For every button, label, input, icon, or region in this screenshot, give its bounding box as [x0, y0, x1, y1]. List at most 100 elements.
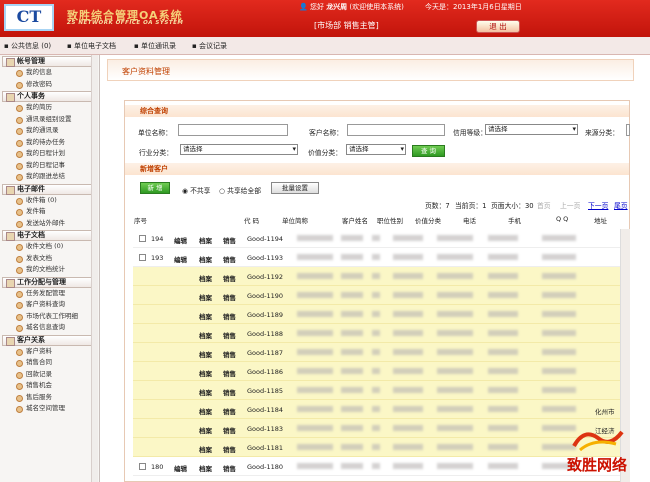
blurred-cell: [542, 273, 576, 279]
table-row[interactable]: 档案 销售 Good-1186: [133, 362, 625, 381]
th-position: 职位性别: [377, 217, 403, 225]
sidebar-item[interactable]: 发表文档: [0, 253, 99, 265]
value-select[interactable]: 请选择: [346, 144, 406, 155]
file-link[interactable]: 档案: [199, 463, 212, 473]
sales-link[interactable]: 销售: [223, 349, 236, 359]
sales-link[interactable]: 销售: [223, 254, 236, 264]
file-link[interactable]: 档案: [199, 425, 212, 435]
file-link[interactable]: 档案: [199, 254, 212, 264]
pager-last[interactable]: 尾页: [614, 200, 628, 210]
batch-setting-button[interactable]: 批量设置: [271, 182, 319, 194]
row-checkbox[interactable]: [139, 254, 146, 261]
sidebar-group-title[interactable]: 电子文档: [2, 230, 95, 241]
sidebar-item[interactable]: 销售合同: [0, 357, 99, 369]
sidebar-item[interactable]: 我的跟进总结: [0, 171, 99, 183]
pager-next[interactable]: 下一页: [588, 200, 608, 210]
logout-button[interactable]: 退 出: [476, 20, 520, 33]
sidebar-item[interactable]: 收件箱 (0): [0, 195, 99, 207]
table-row[interactable]: 194 编辑 档案 销售 Good-1194: [133, 229, 625, 248]
table-row[interactable]: 档案 销售 Good-1189: [133, 305, 625, 324]
edit-link[interactable]: 编辑: [174, 463, 187, 473]
sidebar-item[interactable]: 我的待办任务: [0, 137, 99, 149]
sidebar-item[interactable]: 我的简历: [0, 102, 99, 114]
sales-link[interactable]: 销售: [223, 273, 236, 283]
credit-level-select[interactable]: 请选择: [485, 124, 578, 135]
sales-link[interactable]: 销售: [223, 311, 236, 321]
row-checkbox[interactable]: [139, 235, 146, 242]
sales-link[interactable]: 销售: [223, 330, 236, 340]
edit-link[interactable]: 编辑: [174, 254, 187, 264]
sidebar-group-title[interactable]: 工作分配与管理: [2, 276, 95, 288]
sidebar-group-title[interactable]: 客户关系: [2, 334, 95, 346]
sidebar-item[interactable]: 销售机会: [0, 380, 99, 392]
sidebar-scrollbar[interactable]: [91, 55, 98, 482]
sidebar-item[interactable]: 发送站外邮件: [0, 218, 99, 230]
sidebar-item[interactable]: 修改密码: [0, 79, 99, 91]
table-row[interactable]: 档案 销售 Good-1188: [133, 324, 625, 343]
sales-link[interactable]: 销售: [223, 463, 236, 473]
edit-link[interactable]: 编辑: [174, 235, 187, 245]
sidebar-group-title[interactable]: 帐号管理: [2, 56, 95, 67]
table-row[interactable]: 档案 销售 Good-1184 化州市: [133, 400, 625, 419]
table-row[interactable]: 档案 销售 Good-1187: [133, 343, 625, 362]
sidebar-item[interactable]: 通讯录组别设置: [0, 114, 99, 126]
sidebar-item[interactable]: 回款记录: [0, 369, 99, 381]
table-row[interactable]: 180 编辑 档案 销售 Good-1180: [133, 457, 625, 476]
row-checkbox[interactable]: [139, 463, 146, 470]
sidebar-item[interactable]: 城名空间管理: [0, 403, 99, 415]
nav-public-info[interactable]: ▪ 公共信息 (0): [4, 41, 51, 51]
sales-link[interactable]: 销售: [223, 425, 236, 435]
file-link[interactable]: 档案: [199, 406, 212, 416]
source-select[interactable]: [626, 124, 630, 136]
nav-unit-contacts[interactable]: ▪ 单位通讯录: [134, 41, 176, 51]
file-link[interactable]: 档案: [199, 330, 212, 340]
sidebar-group-title[interactable]: 个人事务: [2, 91, 95, 102]
sidebar-item[interactable]: 售后服务: [0, 392, 99, 404]
sidebar-item[interactable]: 任务发配管理: [0, 288, 99, 300]
sales-link[interactable]: 销售: [223, 444, 236, 454]
sidebar-item[interactable]: 客户资料: [0, 346, 99, 358]
file-link[interactable]: 档案: [199, 387, 212, 397]
nav-meeting-records[interactable]: ▪ 会议记录: [192, 41, 227, 51]
new-button[interactable]: 新 增: [140, 182, 170, 194]
sidebar-item[interactable]: 市场代表工作明细: [0, 311, 99, 323]
sales-link[interactable]: 销售: [223, 292, 236, 302]
sidebar-item[interactable]: 我的日程记事: [0, 160, 99, 172]
sidebar-item[interactable]: 收件文档 (0): [0, 241, 99, 253]
sidebar-group-title[interactable]: 电子邮件: [2, 183, 95, 195]
file-link[interactable]: 档案: [199, 311, 212, 321]
sales-link[interactable]: 销售: [223, 406, 236, 416]
file-link[interactable]: 档案: [199, 273, 212, 283]
sidebar-item[interactable]: 客户资料查询: [0, 299, 99, 311]
nav-unit-docs[interactable]: ▪ 单位电子文档: [67, 41, 116, 51]
sales-link[interactable]: 销售: [223, 387, 236, 397]
file-link[interactable]: 档案: [199, 235, 212, 245]
file-link[interactable]: 档案: [199, 349, 212, 359]
table-row[interactable]: 档案 销售 Good-1183 江经济: [133, 419, 625, 438]
table-row[interactable]: 档案 销售 Good-1181: [133, 438, 625, 457]
radio-share[interactable]: ○ 共享给全部: [219, 185, 261, 195]
sidebar-item[interactable]: 我的信息: [0, 67, 99, 79]
sidebar-item[interactable]: 我的日程计划: [0, 148, 99, 160]
pager-first[interactable]: 首页: [537, 200, 551, 210]
customer-name-input[interactable]: [347, 124, 445, 136]
file-link[interactable]: 档案: [199, 368, 212, 378]
sidebar-item[interactable]: 城名信息查询: [0, 322, 99, 334]
file-link[interactable]: 档案: [199, 292, 212, 302]
sales-link[interactable]: 销售: [223, 235, 236, 245]
pager-prev[interactable]: 上一页: [560, 200, 580, 210]
industry-select[interactable]: 请选择: [180, 144, 298, 155]
query-button[interactable]: 查 询: [412, 145, 445, 157]
file-link[interactable]: 档案: [199, 444, 212, 454]
sidebar-item[interactable]: 发件箱: [0, 206, 99, 218]
table-row[interactable]: 档案 销售 Good-1190: [133, 286, 625, 305]
table-row[interactable]: 档案 销售 Good-1192: [133, 267, 625, 286]
table-row[interactable]: 档案 销售 Good-1185: [133, 381, 625, 400]
customer-table: 194 编辑 档案 销售 Good-1194 193 编辑 档案 销售 Good-1193 档案 销售…: [133, 229, 625, 476]
sidebar-item[interactable]: 我的文档统计: [0, 264, 99, 276]
sidebar-item[interactable]: 我的通讯录: [0, 125, 99, 137]
unit-name-input[interactable]: [178, 124, 288, 136]
sales-link[interactable]: 销售: [223, 368, 236, 378]
radio-private[interactable]: ◉ 不共享: [182, 185, 210, 195]
table-row[interactable]: 193 编辑 档案 销售 Good-1193: [133, 248, 625, 267]
